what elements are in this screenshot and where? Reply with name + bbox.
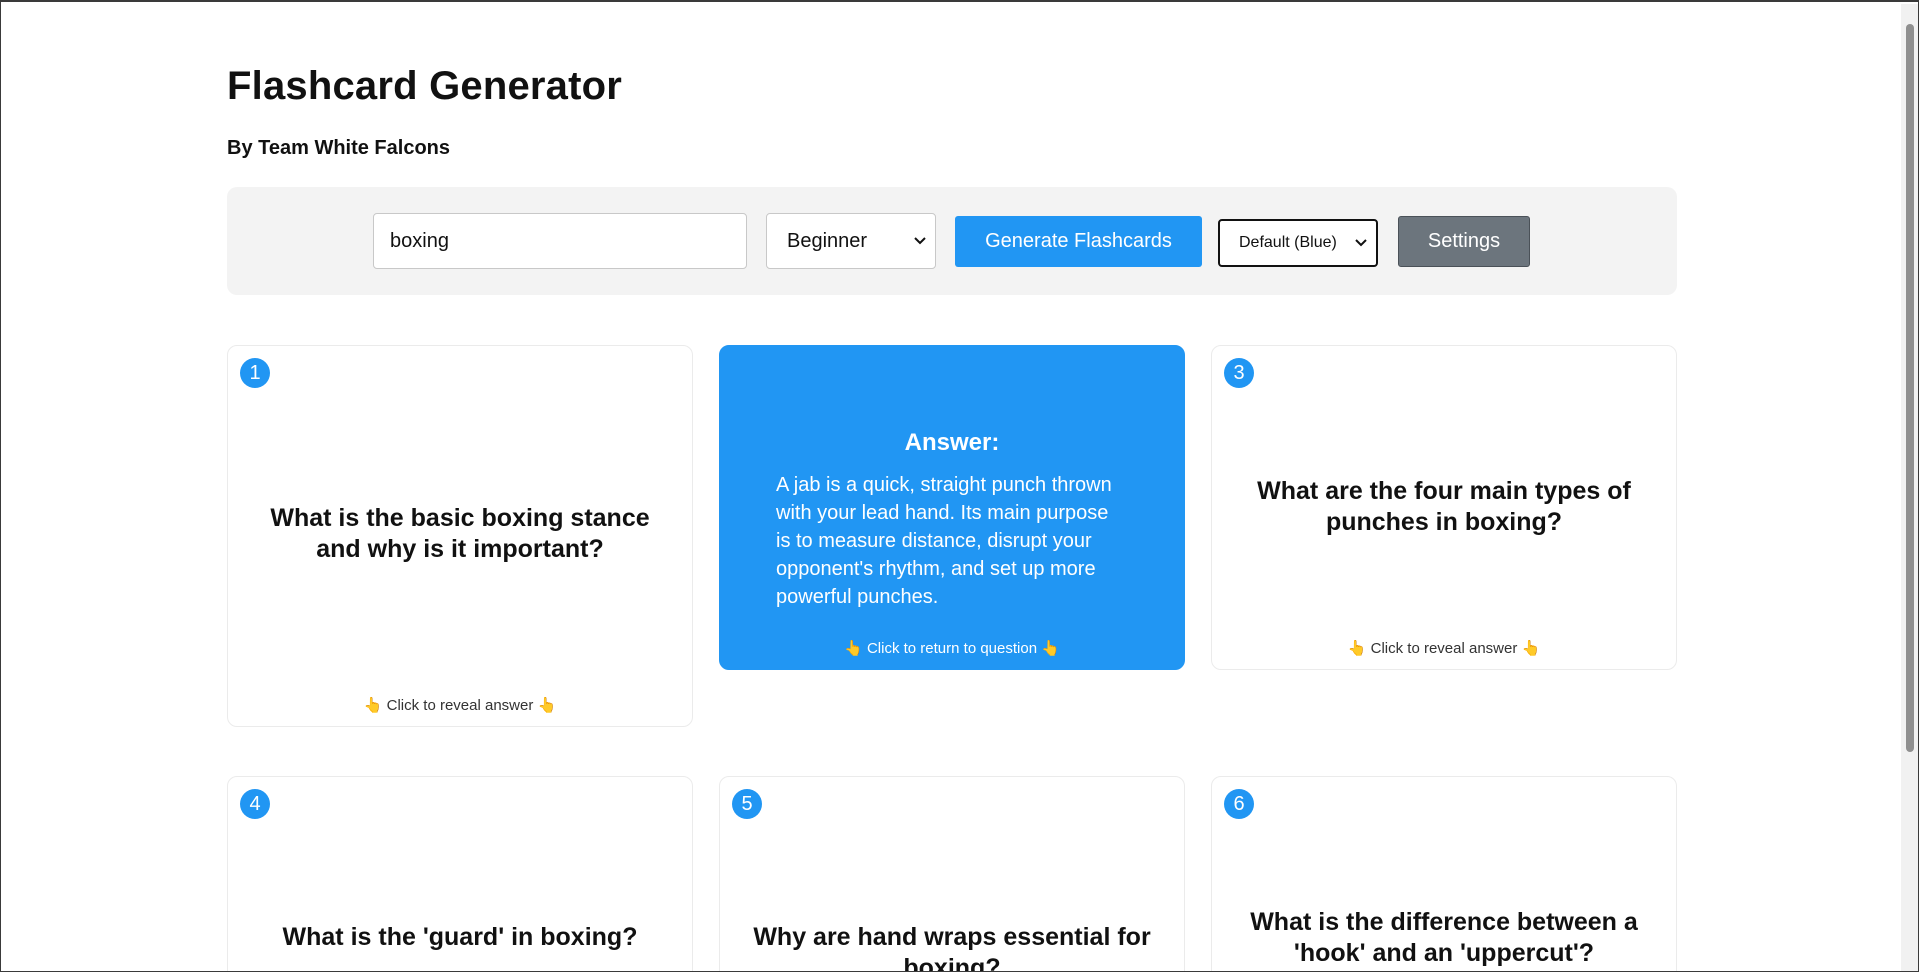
chevron-down-icon xyxy=(914,237,926,245)
flashcard-4[interactable]: 4 What is the 'guard' in boxing? xyxy=(227,776,693,971)
page-title: Flashcard Generator xyxy=(227,64,623,108)
card-hint: 👆 Click to reveal answer 👆 xyxy=(1347,640,1541,657)
scrollbar-thumb[interactable] xyxy=(1906,24,1914,752)
flashcard-1[interactable]: 1 What is the basic boxing stance and wh… xyxy=(227,345,693,727)
card-question: Why are hand wraps essential for boxing? xyxy=(753,923,1151,972)
page-subtitle: By Team White Falcons xyxy=(227,137,451,159)
generate-flashcards-button[interactable]: Generate Flashcards xyxy=(955,216,1202,267)
browser-viewport: Flashcard Generator By Team White Falcon… xyxy=(0,0,1919,972)
difficulty-select[interactable]: Beginner xyxy=(766,213,936,269)
settings-button[interactable]: Settings xyxy=(1398,216,1530,267)
topic-input[interactable] xyxy=(373,213,747,269)
flashcard-2[interactable]: Answer: A jab is a quick, straight punch… xyxy=(719,345,1185,670)
card-number-badge: 3 xyxy=(1224,358,1254,388)
theme-select[interactable]: Default (Blue) xyxy=(1218,219,1378,267)
card-number-badge: 1 xyxy=(240,358,270,388)
flashcard-5[interactable]: 5 Why are hand wraps essential for boxin… xyxy=(719,776,1185,972)
card-hint: 👆 Click to reveal answer 👆 xyxy=(363,697,557,714)
card-question: What is the basic boxing stance and why … xyxy=(270,504,650,563)
card-question: What is the 'guard' in boxing? xyxy=(282,923,638,951)
card-number-badge: 6 xyxy=(1224,789,1254,819)
card-answer-title: Answer: xyxy=(904,429,1000,456)
card-question: What is the difference between a 'hook' … xyxy=(1250,908,1638,967)
card-answer: A jab is a quick, straight punch thrown … xyxy=(776,474,1112,608)
theme-selected-value: Default (Blue) xyxy=(1239,234,1337,251)
card-question: What are the four main types of punches … xyxy=(1257,477,1631,536)
card-number-badge: 5 xyxy=(732,789,762,819)
flashcard-6[interactable]: 6 What is the difference between a 'hook… xyxy=(1211,776,1677,971)
flashcard-3[interactable]: 3 What are the four main types of punche… xyxy=(1211,345,1677,670)
card-number-badge: 4 xyxy=(240,789,270,819)
generator-toolbar: Beginner Generate Flashcards Default (Bl… xyxy=(227,187,1677,295)
difficulty-selected-value: Beginner xyxy=(787,229,868,252)
vertical-scrollbar[interactable] xyxy=(1901,4,1918,971)
chevron-down-icon xyxy=(1355,239,1367,247)
card-hint: 👆 Click to return to question 👆 xyxy=(844,640,1060,657)
